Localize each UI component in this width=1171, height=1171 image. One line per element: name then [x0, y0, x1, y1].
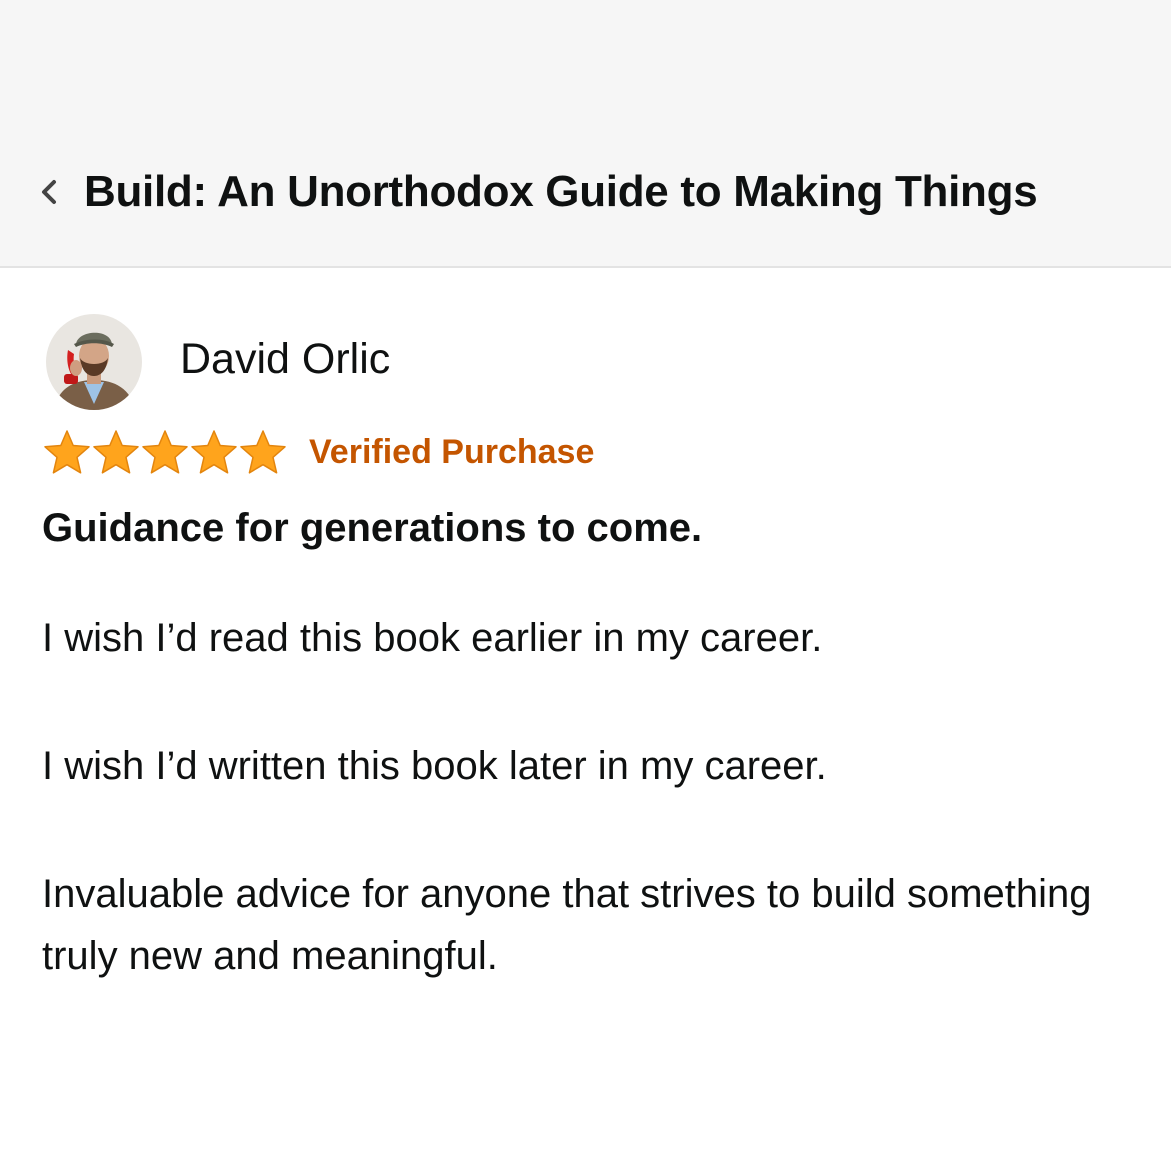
reviewer-name[interactable]: David Orlic [180, 335, 390, 384]
review-body: I wish I’d read this book earlier in my … [42, 607, 1132, 987]
rating-row: Verified Purchase [42, 430, 1132, 474]
review-paragraph: I wish I’d written this book later in my… [42, 744, 827, 788]
star-icon [191, 430, 237, 474]
review-paragraph: Invaluable advice for anyone that strive… [42, 872, 1092, 978]
review-card: David Orlic Verified Purchase Guidance f… [42, 312, 1132, 1053]
product-title[interactable]: Build: An Unorthodox Guide to Making Thi… [84, 167, 1038, 217]
chevron-left-icon[interactable] [38, 172, 72, 212]
top-header: Build: An Unorthodox Guide to Making Thi… [0, 0, 1171, 268]
reviewer-profile[interactable]: David Orlic [42, 312, 1132, 412]
avatar[interactable] [46, 314, 142, 410]
star-icon [44, 430, 90, 474]
verified-purchase-badge: Verified Purchase [309, 432, 595, 471]
star-icon [93, 430, 139, 474]
star-icon [240, 430, 286, 474]
review-paragraph: I wish I’d read this book earlier in my … [42, 616, 823, 660]
back-to-product-link[interactable]: Build: An Unorthodox Guide to Making Thi… [38, 160, 1038, 224]
review-title: Guidance for generations to come. [42, 506, 703, 550]
star-icon [142, 430, 188, 474]
star-rating[interactable] [42, 428, 287, 476]
